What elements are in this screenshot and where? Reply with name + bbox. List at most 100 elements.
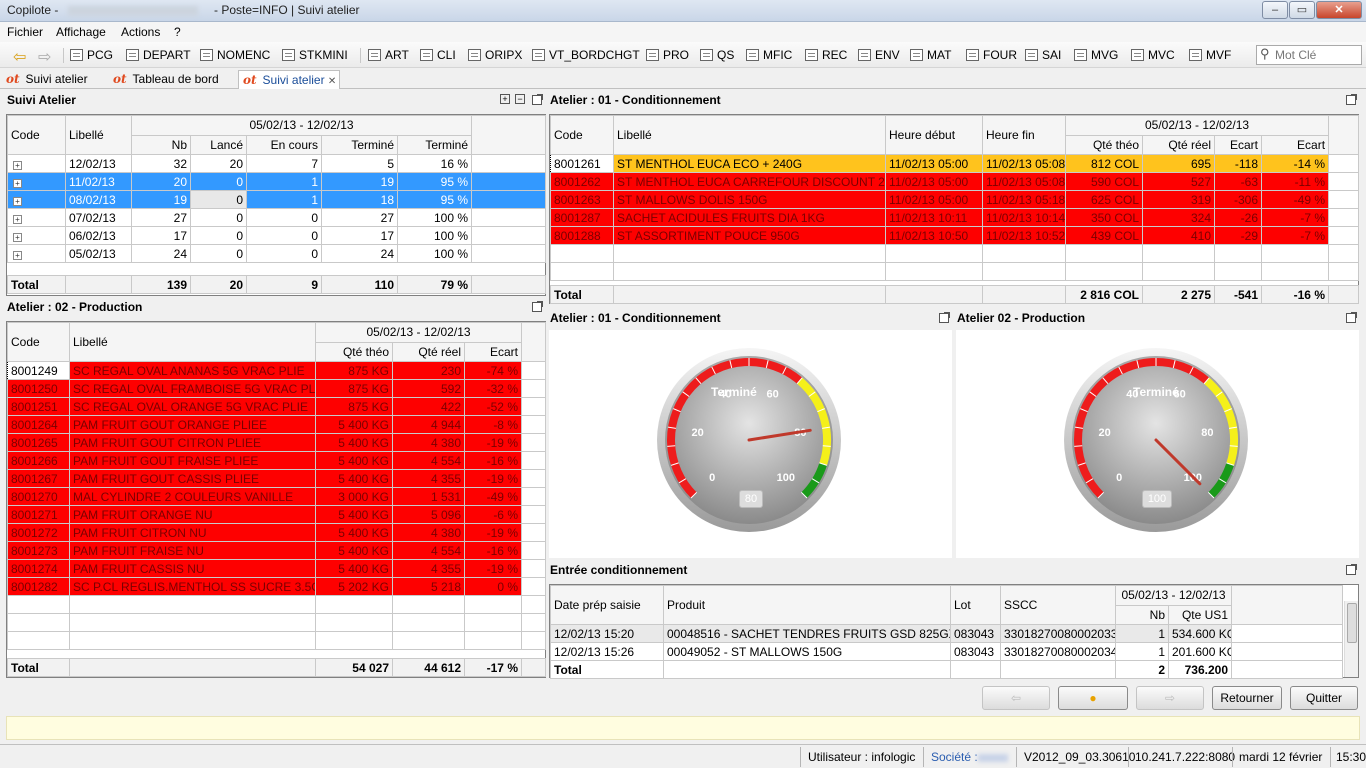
toolbar-pro[interactable]: PRO: [646, 46, 689, 64]
table-row[interactable]: 8001282 SC P.CL REGLIS.MENTHOL SS SUCRE 3…: [7, 577, 546, 596]
tab-tableau-de-bord[interactable]: ot Tableau de bord: [109, 70, 237, 89]
col-termine-pct[interactable]: Terminé: [397, 134, 472, 155]
col-code[interactable]: Code: [7, 115, 66, 155]
expand-icon[interactable]: +: [13, 160, 22, 170]
col-heure-debut[interactable]: Heure début: [885, 115, 983, 155]
row-expand[interactable]: +: [7, 244, 66, 263]
col-lot[interactable]: Lot: [950, 585, 1001, 625]
toolbar-nomenc[interactable]: NOMENC: [200, 46, 270, 64]
col-ecart-pct[interactable]: Ecart: [1260, 134, 1330, 155]
col-qte-reel[interactable]: Qté réel: [1142, 134, 1215, 155]
table-row[interactable]: 8001274 PAM FRUIT CASSIS NU 5 400 KG 4 355-…: [7, 559, 546, 578]
popout-icon[interactable]: [939, 312, 950, 323]
table-row[interactable]: 8001272 PAM FRUIT CITRON NU 5 400 KG 4 380-…: [7, 523, 546, 542]
col-libelle[interactable]: Libellé: [65, 115, 132, 155]
row-expand[interactable]: +: [7, 190, 66, 209]
row-expand[interactable]: +: [7, 172, 66, 191]
retourner-button[interactable]: Retourner: [1212, 686, 1282, 710]
toolbar-mvg[interactable]: MVG: [1074, 46, 1118, 64]
toolbar-mfic[interactable]: MFIC: [746, 46, 792, 64]
col-sscc[interactable]: SSCC: [1000, 585, 1116, 625]
menu-fichier[interactable]: Fichier: [7, 25, 43, 39]
popout-icon[interactable]: [532, 301, 543, 312]
close-tab-icon[interactable]: ✕: [328, 76, 336, 87]
expand-all-icon[interactable]: +: [500, 94, 510, 104]
col-produit[interactable]: Produit: [663, 585, 951, 625]
table-row[interactable]: 8001263 ST MALLOWS DOLIS 150G 11/02/13 05:…: [550, 190, 1360, 209]
col-nb[interactable]: Nb: [1115, 604, 1169, 625]
menu-affichage[interactable]: Affichage: [56, 25, 106, 39]
toolbar-mat[interactable]: MAT: [910, 46, 951, 64]
row-expand[interactable]: +: [7, 208, 66, 227]
minimize-button[interactable]: –: [1262, 1, 1288, 19]
toolbar-vt-bordchgt[interactable]: VT_BORDCHGT: [532, 46, 640, 64]
table-row[interactable]: 8001250 SC REGAL OVAL FRAMBOISE 5G VRAC P…: [7, 379, 546, 398]
center-button[interactable]: ●: [1058, 686, 1128, 710]
tab-suivi-atelier-active[interactable]: ot Suivi atelier ✕: [238, 70, 340, 89]
table-row[interactable]: 12/02/13 15:20 00048516 - SACHET TENDRES …: [550, 624, 1343, 643]
row-expand[interactable]: +: [7, 226, 66, 245]
col-qte-theo[interactable]: Qté théo: [315, 341, 393, 362]
expand-icon[interactable]: +: [13, 214, 22, 224]
toolbar-rec[interactable]: REC: [805, 46, 847, 64]
table-row[interactable]: 8001267 PAM FRUIT GOUT CASSIS PLIEE 5 400 …: [7, 469, 546, 488]
col-libelle[interactable]: Libellé: [69, 322, 316, 362]
col-lance[interactable]: Lancé: [190, 134, 247, 155]
expand-icon[interactable]: +: [13, 250, 22, 260]
table-row[interactable]: +11/02/13 20 0 1 19 95 %: [7, 172, 546, 191]
col-ecart[interactable]: Ecart: [464, 341, 522, 362]
toolbar-art[interactable]: ART: [368, 46, 409, 64]
toolbar-stkmini[interactable]: STKMINI: [282, 46, 348, 64]
menu-help[interactable]: ?: [174, 25, 181, 39]
table-row[interactable]: 8001249 SC REGAL OVAL ANANAS 5G VRAC PLIE…: [7, 361, 546, 380]
scrollbar-thumb[interactable]: [1347, 603, 1357, 643]
col-qte-reel[interactable]: Qté réel: [392, 341, 465, 362]
table-row[interactable]: 8001270 MAL CYLINDRE 2 COULEURS VANILLE 3 …: [7, 487, 546, 506]
quitter-button[interactable]: Quitter: [1290, 686, 1358, 710]
popout-icon[interactable]: [1346, 94, 1357, 105]
next-button[interactable]: ⇨: [1136, 686, 1204, 710]
col-encours[interactable]: En cours: [246, 134, 322, 155]
close-window-button[interactable]: ✕: [1316, 1, 1362, 19]
table-row[interactable]: 8001266 PAM FRUIT GOUT FRAISE PLIEE 5 400 …: [7, 451, 546, 470]
back-arrow-icon[interactable]: ⇦: [13, 47, 26, 67]
toolbar-env[interactable]: ENV: [858, 46, 900, 64]
table-row[interactable]: 8001287 SACHET ACIDULES FRUITS DIA 1KG 11/…: [550, 208, 1360, 227]
collapse-all-icon[interactable]: −: [515, 94, 525, 104]
entree-scrollbar[interactable]: [1344, 601, 1358, 677]
table-row[interactable]: +06/02/13 17 0 0 17 100 %: [7, 226, 546, 245]
maximize-button[interactable]: ▭: [1289, 1, 1315, 19]
toolbar-mvf[interactable]: MVF: [1189, 46, 1231, 64]
expand-icon[interactable]: +: [13, 196, 22, 206]
col-code[interactable]: Code: [550, 115, 614, 155]
toolbar-four[interactable]: FOUR: [966, 46, 1017, 64]
table-row[interactable]: 8001264 PAM FRUIT GOUT ORANGE PLIEE 5 400 …: [7, 415, 546, 434]
col-libelle[interactable]: Libellé: [613, 115, 886, 155]
col-date[interactable]: Date prép saisie: [550, 585, 664, 625]
col-ecart[interactable]: Ecart: [1214, 134, 1262, 155]
toolbar-depart[interactable]: DEPART: [126, 46, 191, 64]
table-row[interactable]: 8001288 ST ASSORTIMENT POUCE 950G 11/02/13…: [550, 226, 1360, 245]
col-heure-fin[interactable]: Heure fin: [982, 115, 1066, 155]
table-row[interactable]: 8001251 SC REGAL OVAL ORANGE 5G VRAC PLIE…: [7, 397, 546, 416]
col-nb[interactable]: Nb: [131, 134, 191, 155]
toolbar-cli[interactable]: CLI: [420, 46, 456, 64]
popout-icon[interactable]: [1346, 564, 1357, 575]
col-code[interactable]: Code: [7, 322, 70, 362]
table-row[interactable]: +07/02/13 27 0 0 27 100 %: [7, 208, 546, 227]
table-row[interactable]: 8001273 PAM FRUIT FRAISE NU 5 400 KG 4 554-…: [7, 541, 546, 560]
forward-arrow-icon[interactable]: ⇨: [38, 47, 51, 67]
toolbar-qs[interactable]: QS: [700, 46, 734, 64]
table-row[interactable]: +05/02/13 24 0 0 24 100 %: [7, 244, 546, 263]
row-expand[interactable]: +: [7, 154, 66, 173]
table-row[interactable]: 8001271 PAM FRUIT ORANGE NU 5 400 KG 5 096-…: [7, 505, 546, 524]
table-row[interactable]: +12/02/13 32 20 7 5 16 %: [7, 154, 546, 173]
toolbar-mvc[interactable]: MVC: [1131, 46, 1175, 64]
table-row[interactable]: 12/02/13 15:26 00049052 - ST MALLOWS 150G…: [550, 642, 1343, 661]
menu-actions[interactable]: Actions: [121, 25, 160, 39]
table-row[interactable]: +08/02/13 19 0 1 18 95 %: [7, 190, 546, 209]
col-qte[interactable]: Qte US1: [1168, 604, 1232, 625]
toolbar-pcg[interactable]: PCG: [70, 46, 113, 64]
popout-icon[interactable]: [532, 94, 543, 105]
search-input[interactable]: Mot Clé: [1256, 45, 1362, 65]
